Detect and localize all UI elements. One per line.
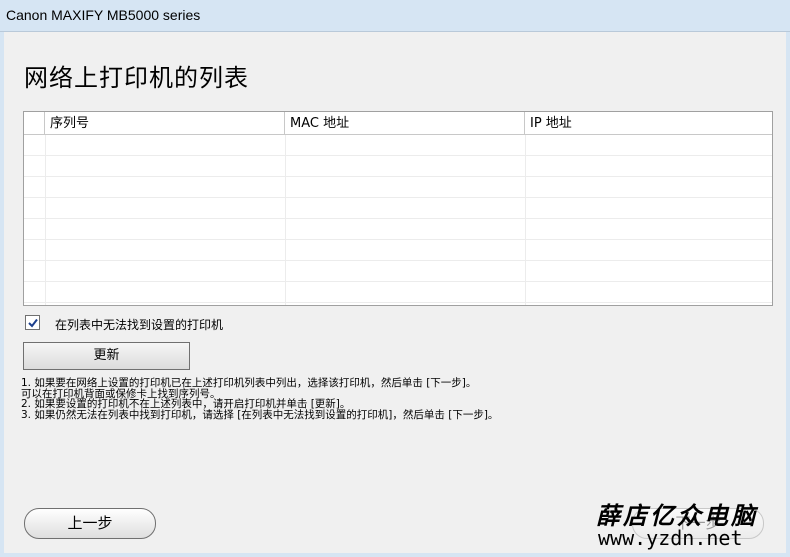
instructions: 1. 如果要在网络上设置的打印机已在上述打印机列表中列出，选择该打印机，然后单击… <box>21 378 498 420</box>
window-titlebar: Canon MAXIFY MB5000 series <box>0 0 790 32</box>
printer-list-table[interactable]: 序列号 MAC 地址 IP 地址 <box>23 111 773 306</box>
table-column-divider <box>525 135 526 305</box>
window-title: Canon MAXIFY MB5000 series <box>6 7 201 23</box>
table-column-divider <box>285 135 286 305</box>
printer-not-found-label: 在列表中无法找到设置的打印机 <box>55 318 224 332</box>
table-column-divider <box>45 135 46 305</box>
checkmark-icon <box>28 318 38 328</box>
refresh-button[interactable]: 更新 <box>23 342 190 370</box>
window-frame-right <box>786 32 790 557</box>
table-row-divider <box>24 281 772 282</box>
column-header-serial[interactable]: 序列号 <box>45 112 285 134</box>
column-header-mac[interactable]: MAC 地址 <box>285 112 525 134</box>
table-row-divider <box>24 155 772 156</box>
table-row-divider <box>24 260 772 261</box>
instruction-line: 2. 如果要设置的打印机不在上述列表中，请开启打印机并单击 [更新]。 <box>21 398 351 410</box>
table-header: 序列号 MAC 地址 IP 地址 <box>24 112 772 135</box>
window-frame-left <box>0 32 4 557</box>
table-row-divider <box>24 302 772 303</box>
column-header-ip[interactable]: IP 地址 <box>525 112 772 134</box>
table-row-divider <box>24 176 772 177</box>
instruction-line: 3. 如果仍然无法在列表中找到打印机，请选择 [在列表中无法找到设置的打印机]，… <box>21 408 499 421</box>
window-frame-bottom <box>0 553 790 557</box>
instruction-line: 1. 如果要在网络上设置的打印机已在上述打印机列表中列出，选择该打印机，然后单击… <box>21 377 477 389</box>
table-body <box>24 135 772 305</box>
printer-not-found-checkbox[interactable] <box>25 315 40 330</box>
table-row-divider <box>24 218 772 219</box>
table-row-divider <box>24 239 772 240</box>
next-button[interactable]: 下一步 <box>632 508 764 539</box>
table-header-indicator <box>24 112 45 134</box>
page-title: 网络上打印机的列表 <box>24 64 249 92</box>
table-row-divider <box>24 197 772 198</box>
back-button[interactable]: 上一步 <box>24 508 156 539</box>
